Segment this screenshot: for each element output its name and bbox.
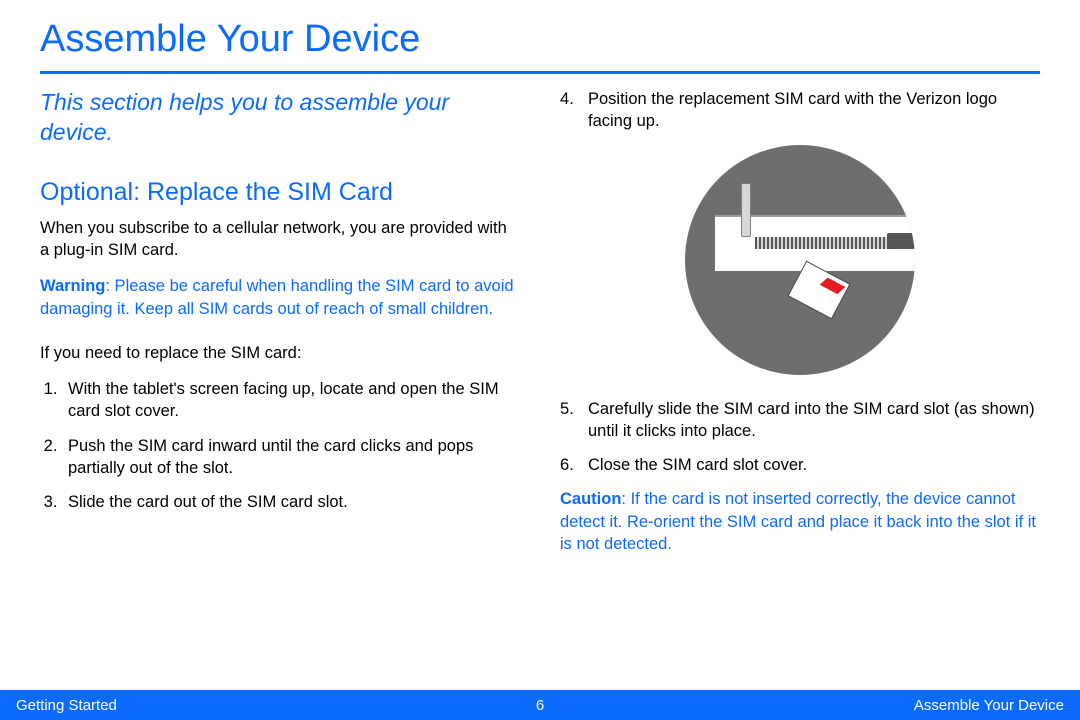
if-need-text: If you need to replace the SIM card:: [40, 342, 520, 364]
page-title: Assemble Your Device: [40, 18, 1040, 61]
footer-right: Assemble Your Device: [544, 697, 1064, 714]
list-item: Close the SIM card slot cover.: [560, 454, 1040, 476]
sim-insertion-figure: [685, 145, 915, 375]
list-item: With the tablet's screen facing up, loca…: [62, 378, 520, 423]
lead-paragraph: When you subscribe to a cellular network…: [40, 217, 520, 262]
list-item: Position the replacement SIM card with t…: [560, 88, 1040, 133]
title-rule: [40, 71, 1040, 74]
warning-body: : Please be careful when handling the SI…: [40, 277, 514, 317]
steps-list-right: Position the replacement SIM card with t…: [560, 88, 1040, 133]
list-item: Push the SIM card inward until the card …: [62, 435, 520, 480]
right-column: Position the replacement SIM card with t…: [560, 88, 1040, 555]
steps-list-right-cont: Carefully slide the SIM card into the SI…: [560, 398, 1040, 477]
section-heading: Optional: Replace the SIM Card: [40, 178, 520, 207]
warning-label: Warning: [40, 277, 105, 295]
footer-left: Getting Started: [16, 697, 536, 714]
warning-note: Warning: Please be careful when handling…: [40, 275, 520, 320]
caution-body: : If the card is not inserted correctly,…: [560, 490, 1036, 553]
caution-note: Caution: If the card is not inserted cor…: [560, 488, 1040, 555]
intro-text: This section helps you to assemble your …: [40, 88, 520, 148]
list-item: Carefully slide the SIM card into the SI…: [560, 398, 1040, 443]
caution-label: Caution: [560, 490, 621, 508]
page-footer: Getting Started 6 Assemble Your Device: [0, 690, 1080, 720]
steps-list-left: With the tablet's screen facing up, loca…: [40, 378, 520, 513]
list-item: Slide the card out of the SIM card slot.: [62, 491, 520, 513]
footer-page-number: 6: [536, 697, 544, 714]
left-column: This section helps you to assemble your …: [40, 88, 520, 555]
